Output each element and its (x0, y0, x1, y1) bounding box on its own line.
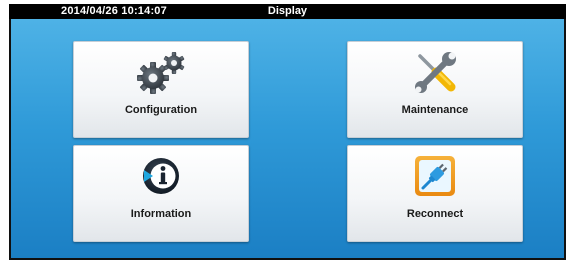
configuration-label: Configuration (124, 104, 198, 116)
maintenance-button[interactable]: Maintenance (347, 41, 523, 138)
title-bar: 2014/04/26 10:14:07 Display (9, 4, 566, 19)
plug-icon (348, 154, 522, 198)
display-window: 2014/04/26 10:14:07 Display Configuratio… (9, 4, 566, 260)
reconnect-label: Reconnect (406, 208, 464, 220)
main-panel: Configuration Maintenance Information Re… (11, 19, 564, 258)
configuration-button[interactable]: Configuration (73, 41, 249, 138)
gears-icon (74, 50, 248, 94)
reconnect-button[interactable]: Reconnect (347, 145, 523, 242)
information-label: Information (130, 208, 192, 220)
maintenance-label: Maintenance (401, 104, 469, 116)
window-title: Display (267, 5, 308, 17)
wrench-screwdriver-icon (348, 50, 522, 94)
information-button[interactable]: Information (73, 145, 249, 242)
info-icon (74, 154, 248, 198)
